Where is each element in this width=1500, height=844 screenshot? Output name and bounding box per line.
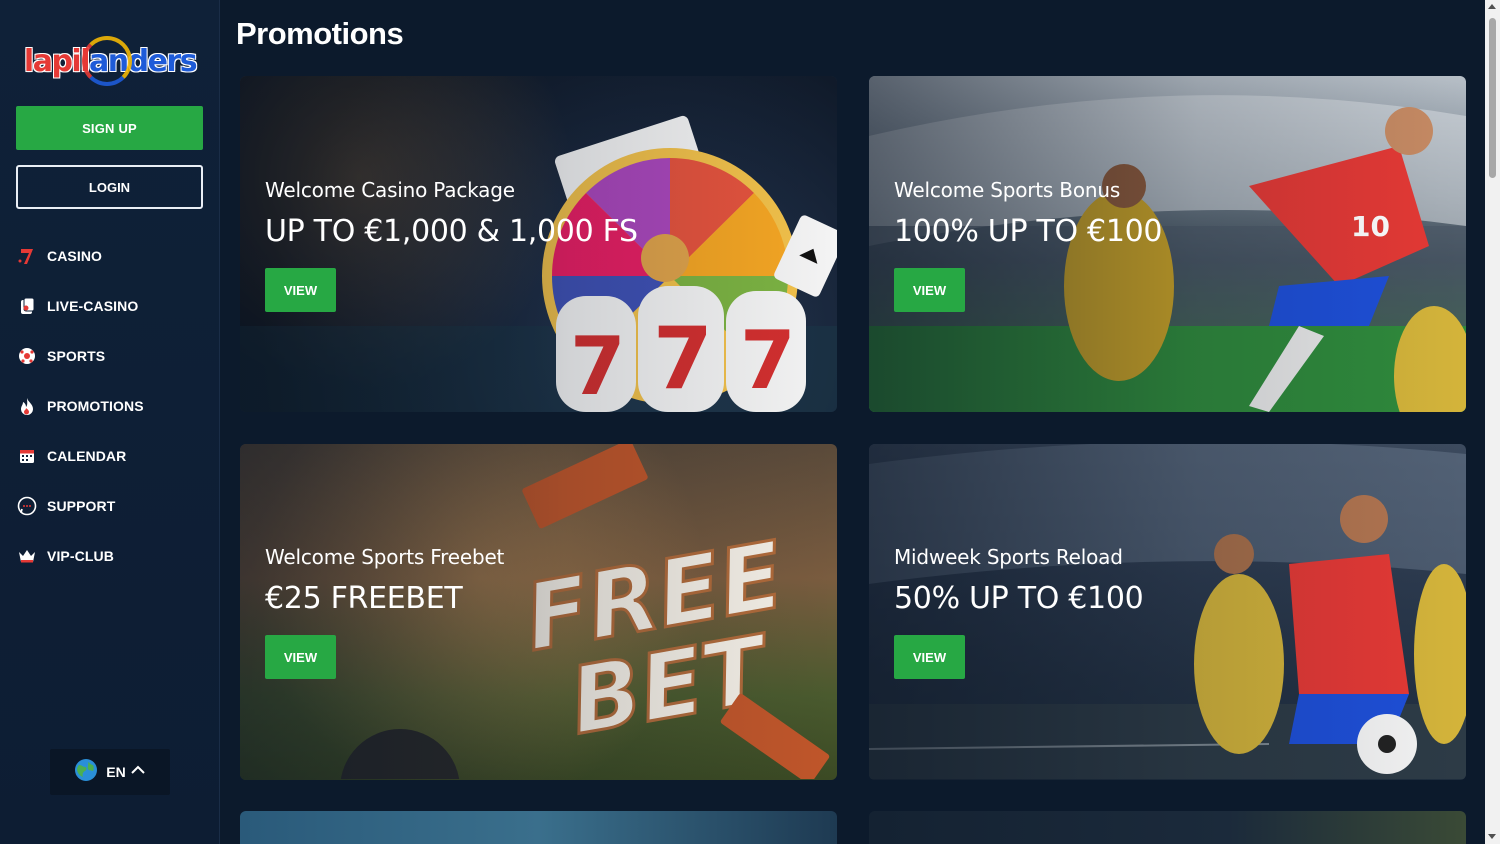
flame-icon — [16, 395, 38, 417]
sidebar-item-calendar[interactable]: CALENDAR — [16, 431, 206, 481]
promo-headline: €25 FREEBET — [265, 581, 463, 616]
chevron-up-icon — [130, 763, 146, 781]
promo-card-partial-left[interactable] — [240, 811, 837, 844]
sidebar-item-label: SUPPORT — [47, 498, 116, 514]
promo-card-welcome-sports-freebet[interactable]: FREE BET Welcome Sports Freebet €25 FREE… — [240, 444, 837, 780]
language-label: EN — [106, 764, 126, 780]
logo-ring-icon — [82, 36, 132, 86]
promo-subtitle: Welcome Casino Package — [265, 178, 515, 202]
view-button[interactable]: VIEW — [265, 268, 336, 312]
view-button[interactable]: VIEW — [265, 635, 336, 679]
view-button[interactable]: VIEW — [894, 268, 965, 312]
promo-headline: 100% UP TO €100 — [894, 214, 1163, 249]
sidebar-item-support[interactable]: SUPPORT — [16, 481, 206, 531]
sidebar-item-label: CASINO — [47, 248, 103, 264]
signup-button[interactable]: SIGN UP — [16, 106, 203, 150]
language-selector[interactable]: EN — [50, 749, 170, 795]
chat-icon — [16, 495, 38, 517]
promo-subtitle: Midweek Sports Reload — [894, 545, 1123, 569]
page-title: Promotions — [236, 16, 404, 51]
sidebar-item-live-casino[interactable]: LIVE-CASINO — [16, 281, 206, 331]
promo-subtitle: Welcome Sports Freebet — [265, 545, 505, 569]
sidebar-item-sports[interactable]: SPORTS — [16, 331, 206, 381]
promo-card-partial-right[interactable] — [869, 811, 1466, 844]
globe-icon — [74, 758, 98, 787]
sidebar-nav: CASINO LIVE-CASINO SPORTS PROMOTIONS CAL… — [16, 231, 206, 581]
sidebar-item-label: CALENDAR — [47, 448, 127, 464]
promo-card-welcome-casino[interactable]: 7 7 7 Welcome Casino Package UP TO €1,00… — [240, 76, 837, 412]
promo-headline: 50% UP TO €100 — [894, 581, 1144, 616]
promo-image-partial-left — [240, 811, 837, 844]
sidebar: lapilanders SIGN UP LOGIN CASINO LIVE-CA… — [0, 0, 220, 844]
scroll-up-arrow-icon[interactable] — [1488, 4, 1496, 9]
sidebar-item-label: SPORTS — [47, 348, 106, 364]
view-button[interactable]: VIEW — [894, 635, 965, 679]
sidebar-item-label: PROMOTIONS — [47, 398, 144, 414]
scroll-thumb[interactable] — [1489, 18, 1496, 178]
crown-icon — [16, 545, 38, 567]
sidebar-item-label: LIVE-CASINO — [47, 298, 139, 314]
sidebar-item-promotions[interactable]: PROMOTIONS — [16, 381, 206, 431]
sidebar-item-vip-club[interactable]: VIP-CLUB — [16, 531, 206, 581]
promo-headline: UP TO €1,000 & 1,000 FS — [265, 214, 638, 249]
sidebar-item-label: VIP-CLUB — [47, 548, 114, 564]
promo-subtitle: Welcome Sports Bonus — [894, 178, 1121, 202]
seven-icon — [16, 245, 38, 267]
scroll-down-arrow-icon[interactable] — [1488, 834, 1496, 839]
promo-image-partial-right — [869, 811, 1466, 844]
brand-logo[interactable]: lapilanders — [18, 34, 202, 88]
calendar-icon — [16, 445, 38, 467]
login-button[interactable]: LOGIN — [16, 165, 203, 209]
promo-card-welcome-sports-bonus[interactable]: 10 Welcome Sports Bonus 100% UP TO €100 … — [869, 76, 1466, 412]
page-scrollbar[interactable] — [1485, 0, 1500, 844]
promo-card-midweek-sports-reload[interactable]: Midweek Sports Reload 50% UP TO €100 VIE… — [869, 444, 1466, 780]
card-icon — [16, 295, 38, 317]
sidebar-item-casino[interactable]: CASINO — [16, 231, 206, 281]
football-icon — [16, 345, 38, 367]
